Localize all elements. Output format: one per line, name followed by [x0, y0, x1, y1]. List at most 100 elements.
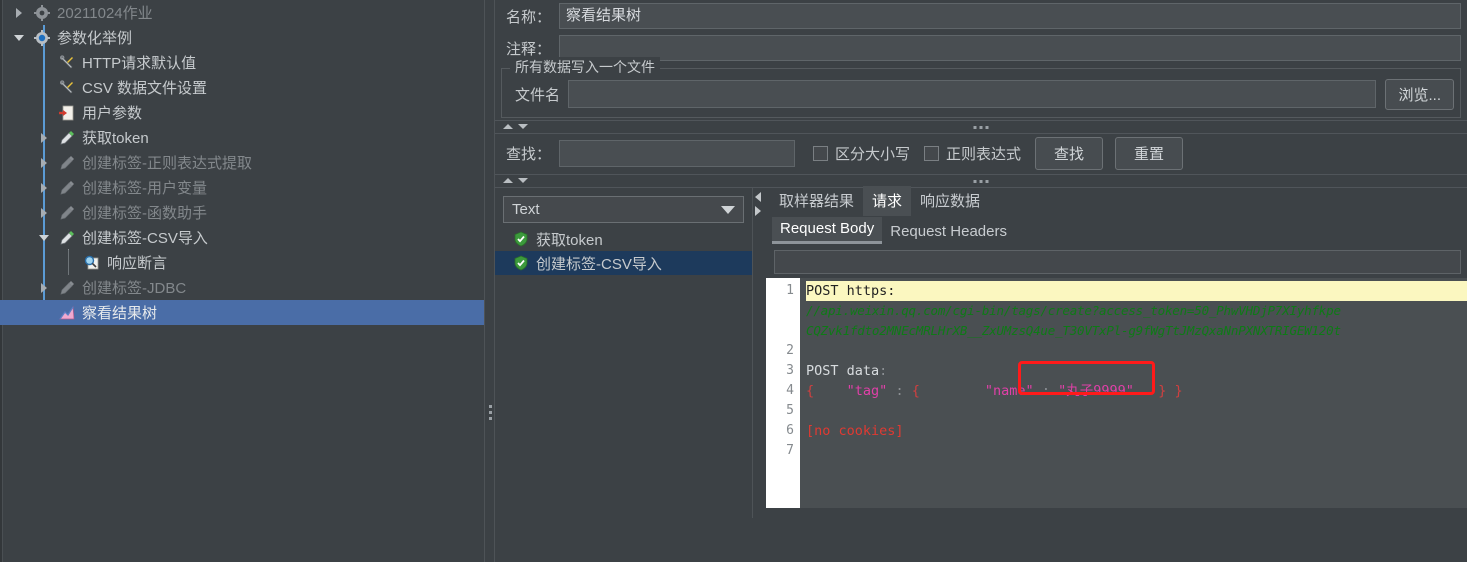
tag-key: "tag" — [846, 383, 888, 399]
comment-input[interactable] — [559, 35, 1461, 61]
tree-item-0[interactable]: 20211024作业 — [0, 0, 484, 25]
sampler-icon — [56, 130, 78, 146]
tree-item-label: 创建标签-正则表达式提取 — [82, 155, 252, 172]
detail-tabs[interactable]: 取样器结果 请求 响应数据 — [766, 186, 1467, 216]
sampler-icon — [56, 230, 78, 246]
result-rows-container: 获取token 创建标签-CSV导入 — [495, 227, 752, 275]
tree-item-3[interactable]: CSV 数据文件设置 — [0, 75, 484, 100]
case-sensitive-checkbox[interactable] — [813, 145, 828, 161]
tree-item-9[interactable]: 创建标签-CSV导入 — [0, 225, 484, 250]
write-all-data-group: 所有数据写入一个文件 文件名 浏览... — [501, 57, 1461, 118]
request-body-viewer[interactable]: 1 2 3 4 5 6 7 POST https: //api.weixin.qq.com/… — [766, 278, 1467, 508]
expand-arrow-icon[interactable] — [31, 207, 56, 218]
collapse-down-icon-2[interactable] — [518, 178, 528, 183]
tree-item-1[interactable]: 参数化举例 — [0, 25, 484, 50]
divider-two-arrows[interactable] — [503, 178, 528, 183]
expand-arrow-icon[interactable] — [6, 7, 31, 18]
chevron-right-icon[interactable] — [755, 206, 761, 216]
collapse-arrow-icon[interactable] — [31, 234, 56, 241]
request-subtab-1[interactable]: Request Headers — [882, 220, 1015, 244]
collapse-up-icon[interactable] — [503, 124, 513, 129]
regex-label: 正则表达式 — [946, 145, 1022, 163]
code-line-3: POST data: — [806, 361, 1467, 381]
tree-item-label: 用户参数 — [82, 105, 143, 122]
tree-item-label: CSV 数据文件设置 — [82, 80, 208, 97]
detail-filter-input[interactable] — [774, 250, 1461, 274]
result-entry-label: 创建标签-CSV导入 — [536, 255, 662, 273]
expand-arrow-icon[interactable] — [31, 182, 56, 193]
vertical-splitter[interactable] — [484, 0, 495, 562]
render-selector[interactable]: Text — [503, 196, 744, 223]
divider-one[interactable] — [495, 120, 1467, 134]
name-label: 名称： — [505, 8, 551, 26]
detail-tab-2[interactable]: 响应数据 — [911, 186, 989, 216]
results-splitter[interactable] — [752, 188, 766, 518]
tree-item-10[interactable]: 响应断言 — [0, 250, 484, 275]
code-line-1: POST https: — [806, 281, 1467, 301]
reset-button[interactable]: 重置 — [1115, 136, 1184, 170]
tree-item-label: 获取token — [82, 130, 149, 147]
regex-checkbox[interactable] — [924, 145, 940, 161]
results-splitter-arrows[interactable] — [755, 192, 761, 216]
detail-tab-0[interactable]: 取样器结果 — [770, 186, 863, 216]
browse-button[interactable]: 浏览... — [1385, 78, 1454, 110]
code-line-4: { "tag" : { "name" : "丸子9999" } } — [806, 381, 1467, 401]
sampler-disabled-icon — [56, 180, 78, 196]
tree-item-4[interactable]: 用户参数 — [0, 100, 484, 125]
results-bottom-area: Text 获取token 创建标签-CSV导入 取样器结果 请求 响应数据 Reque… — [495, 186, 1467, 518]
filename-input[interactable] — [568, 80, 1377, 108]
tree-item-8[interactable]: 创建标签-函数助手 — [0, 200, 484, 225]
divider-one-arrows[interactable] — [503, 124, 528, 129]
assertion-icon — [81, 255, 103, 271]
request-subtabs[interactable]: Request Body Request Headers — [766, 216, 1467, 244]
tree-item-11[interactable]: 创建标签-JDBC — [0, 275, 484, 300]
tree-item-2[interactable]: HTTP请求默认值 — [0, 50, 484, 75]
find-button[interactable]: 查找 — [1035, 136, 1104, 170]
collapse-down-icon[interactable] — [518, 124, 528, 129]
chevron-left-icon[interactable] — [755, 192, 761, 202]
result-entry-1[interactable]: 创建标签-CSV导入 — [495, 251, 752, 275]
view-results-tree-panel: 名称： 察看结果树 注释： 所有数据写入一个文件 文件名 浏览... 查找： 区… — [495, 0, 1467, 562]
result-entry-0[interactable]: 获取token — [495, 227, 752, 251]
tree-item-label: 创建标签-用户变量 — [82, 180, 207, 197]
name-input[interactable]: 察看结果树 — [559, 3, 1461, 29]
tree-item-7[interactable]: 创建标签-用户变量 — [0, 175, 484, 200]
collapse-arrow-icon[interactable] — [6, 34, 31, 41]
expand-arrow-icon[interactable] — [31, 282, 56, 293]
line-number-7: 7 — [786, 443, 794, 458]
line-number-1: 1 — [786, 283, 794, 298]
line-number-3: 3 — [786, 363, 794, 378]
tree-item-6[interactable]: 创建标签-正则表达式提取 — [0, 150, 484, 175]
brace-close: } — [1158, 383, 1167, 399]
sampler-disabled-icon — [56, 155, 78, 171]
test-plan-tree[interactable]: 20211024作业 参数化举例 HTTP请求默认值 CSV 数据文件设置 用户参数获取… — [0, 0, 484, 562]
request-url-part2: CQZvk1fdto2MNEcMRLHrXB__ZxUMzsQ4ue_T30VT… — [806, 323, 1341, 338]
expand-arrow-icon[interactable] — [31, 132, 56, 143]
expand-arrow-icon[interactable] — [31, 157, 56, 168]
tree-item-12[interactable]: 察看结果树 — [0, 300, 484, 325]
collapse-up-icon-2[interactable] — [503, 178, 513, 183]
request-url-part1: //api.weixin.qq.com/cgi-bin/tags/create?… — [806, 303, 1341, 318]
gear-icon — [31, 4, 53, 21]
search-input[interactable] — [559, 139, 795, 167]
group-title: 所有数据写入一个文件 — [510, 57, 660, 77]
code-text[interactable]: POST https: //api.weixin.qq.com/cgi-bin/… — [800, 278, 1467, 508]
tree-item-5[interactable]: 获取token — [0, 125, 484, 150]
tree-item-label: HTTP请求默认值 — [82, 55, 197, 72]
shield-check-icon — [513, 255, 529, 271]
name-row: 名称： 察看结果树 — [495, 0, 1467, 32]
detail-tab-1[interactable]: 请求 — [863, 186, 912, 216]
line-number-4: 4 — [786, 383, 794, 398]
line-number-5: 5 — [786, 403, 794, 418]
tree-item-label: 响应断言 — [107, 255, 168, 272]
request-subtab-0[interactable]: Request Body — [772, 217, 883, 244]
results-list-panel: Text 获取token 创建标签-CSV导入 — [495, 188, 752, 518]
shield-check-icon — [513, 231, 529, 247]
comment-label: 注释： — [505, 40, 551, 58]
divider-one-grip-icon — [973, 126, 989, 129]
jmeter-window: 20211024作业 参数化举例 HTTP请求默认值 CSV 数据文件设置 用户参数获取… — [0, 0, 1467, 562]
brace-open-2: { — [911, 383, 920, 399]
config-tools-icon — [56, 54, 78, 71]
filename-row: 文件名 浏览... — [502, 77, 1460, 111]
